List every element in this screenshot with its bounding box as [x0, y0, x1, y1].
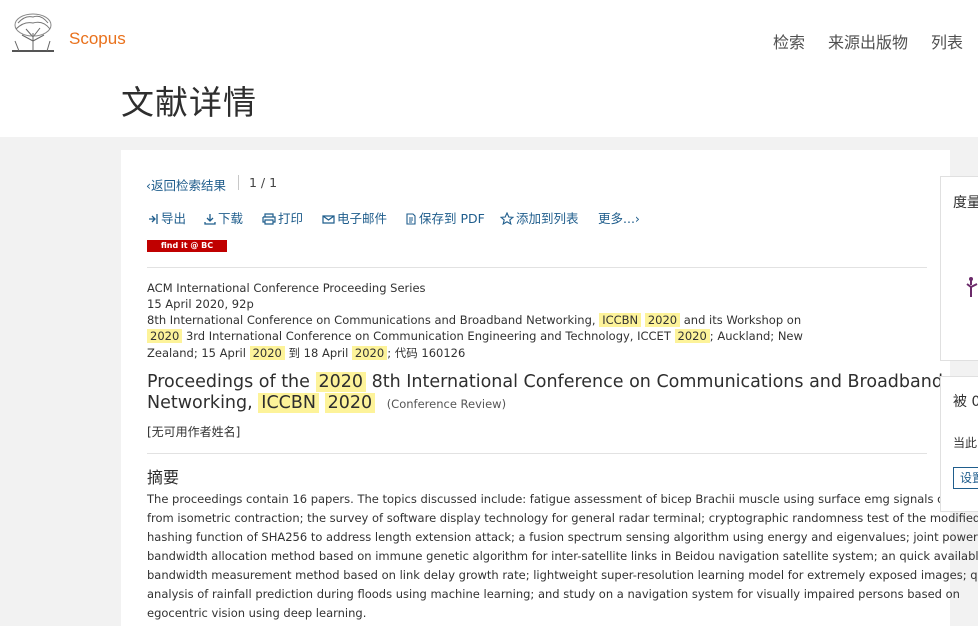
highlight: ICCBN: [599, 313, 642, 327]
export-icon: [149, 214, 158, 224]
abstract-line: bandwidth measurement method based on li…: [147, 568, 978, 582]
highlight: 2020: [644, 313, 681, 327]
download-button[interactable]: 下载: [204, 208, 243, 227]
pager: 1 / 1: [249, 175, 278, 190]
highlight: 2020: [324, 393, 376, 413]
print-icon: [262, 213, 276, 225]
nav-lists[interactable]: 列表: [931, 29, 963, 53]
section-divider: [147, 453, 927, 454]
email-label: 电子邮件: [337, 211, 388, 226]
print-button[interactable]: 打印: [262, 208, 303, 227]
highlight: 2020: [147, 329, 183, 343]
chevron-right-icon: ›: [634, 211, 640, 226]
abstract-line: bandwidth allocation method based on imm…: [147, 549, 978, 563]
more-label: 更多...: [598, 211, 635, 226]
email-icon: [322, 215, 335, 224]
back-to-results-link[interactable]: ‹返回检索结果: [146, 175, 226, 194]
elsevier-logo[interactable]: [10, 11, 56, 53]
print-label: 打印: [278, 211, 304, 226]
highlight: 2020: [315, 372, 367, 392]
abstract-line: hashing function of SHA256 to address le…: [147, 530, 978, 544]
highlight: 2020: [674, 329, 710, 343]
conference-line-1: 8th International Conference on Communic…: [147, 313, 802, 327]
download-icon: [204, 214, 216, 225]
pager-divider: [238, 175, 239, 190]
pdf-icon: [406, 213, 416, 225]
highlight: 2020: [249, 346, 285, 360]
abstract-line: egocentric vision using deep learning.: [147, 606, 367, 620]
set-alert-button[interactable]: 设置: [953, 467, 978, 489]
add-to-list-label: 添加到列表: [516, 211, 579, 226]
source-date: 15 April 2020, 92p: [147, 297, 254, 311]
more-button[interactable]: 更多...›: [598, 208, 640, 227]
document-type: (Conference Review): [386, 397, 507, 411]
highlight: ICCBN: [258, 393, 319, 413]
back-label: 返回检索结果: [151, 178, 227, 193]
add-to-list-button[interactable]: 添加到列表: [499, 208, 579, 227]
abstract-line: analysis of rainfall prediction during f…: [147, 587, 960, 601]
document-title-line-1: Proceedings of the 2020 8th Internationa…: [147, 372, 943, 392]
abstract-line: from isometric contraction; the survey o…: [147, 511, 978, 525]
export-button[interactable]: 导出: [147, 208, 186, 227]
find-it-button[interactable]: find it @ BC: [147, 240, 227, 252]
save-pdf-button[interactable]: 保存到 PDF: [405, 208, 485, 227]
star-icon: [499, 211, 515, 226]
plumx-icon[interactable]: [964, 276, 978, 304]
nav-search[interactable]: 检索: [773, 29, 805, 53]
metrics-title: 度量: [953, 195, 978, 211]
cited-by-title: 被 0: [953, 394, 978, 410]
highlight: 2020: [351, 346, 388, 360]
authors: [无可用作者姓名]: [147, 425, 241, 439]
section-divider: [147, 267, 927, 268]
export-label: 导出: [161, 211, 187, 226]
scopus-brand[interactable]: Scopus: [69, 29, 126, 49]
download-label: 下载: [218, 211, 244, 226]
source-series[interactable]: ACM International Conference Proceeding …: [147, 281, 426, 295]
page-title: 文献详情: [121, 83, 257, 122]
abstract-heading: 摘要: [147, 468, 180, 487]
conference-line-2: 2020 3rd International Conference on Com…: [147, 329, 803, 343]
email-button[interactable]: 电子邮件: [322, 208, 387, 227]
document-title-line-2: Networking, ICCBN 2020 (Conference Revie…: [147, 393, 507, 413]
cited-by-text: 当此: [953, 436, 978, 450]
abstract-line: The proceedings contain 16 papers. The t…: [147, 492, 978, 506]
save-pdf-label: 保存到 PDF: [419, 211, 485, 226]
conference-line-3: Zealand; 15 April 2020 到 18 April 2020; …: [147, 346, 466, 360]
nav-sources[interactable]: 来源出版物: [828, 29, 908, 53]
